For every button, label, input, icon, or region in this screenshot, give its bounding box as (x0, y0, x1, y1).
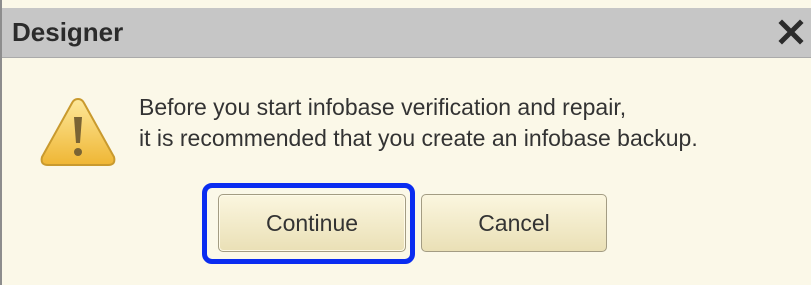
message-line-2: it is recommended that you create an inf… (139, 125, 698, 151)
warning-icon (40, 97, 116, 166)
dialog-titlebar[interactable]: Designer (2, 8, 811, 58)
close-icon (778, 19, 804, 45)
continue-button[interactable]: Continue (218, 194, 406, 252)
close-button[interactable] (773, 14, 809, 50)
dialog-title: Designer (12, 17, 124, 47)
message-line-1: Before you start infobase verification a… (139, 94, 627, 120)
dialog-message: Before you start infobase verification a… (139, 92, 698, 154)
cancel-button[interactable]: Cancel (421, 194, 607, 252)
designer-dialog: Designer Before you start infobase verif… (0, 0, 811, 285)
